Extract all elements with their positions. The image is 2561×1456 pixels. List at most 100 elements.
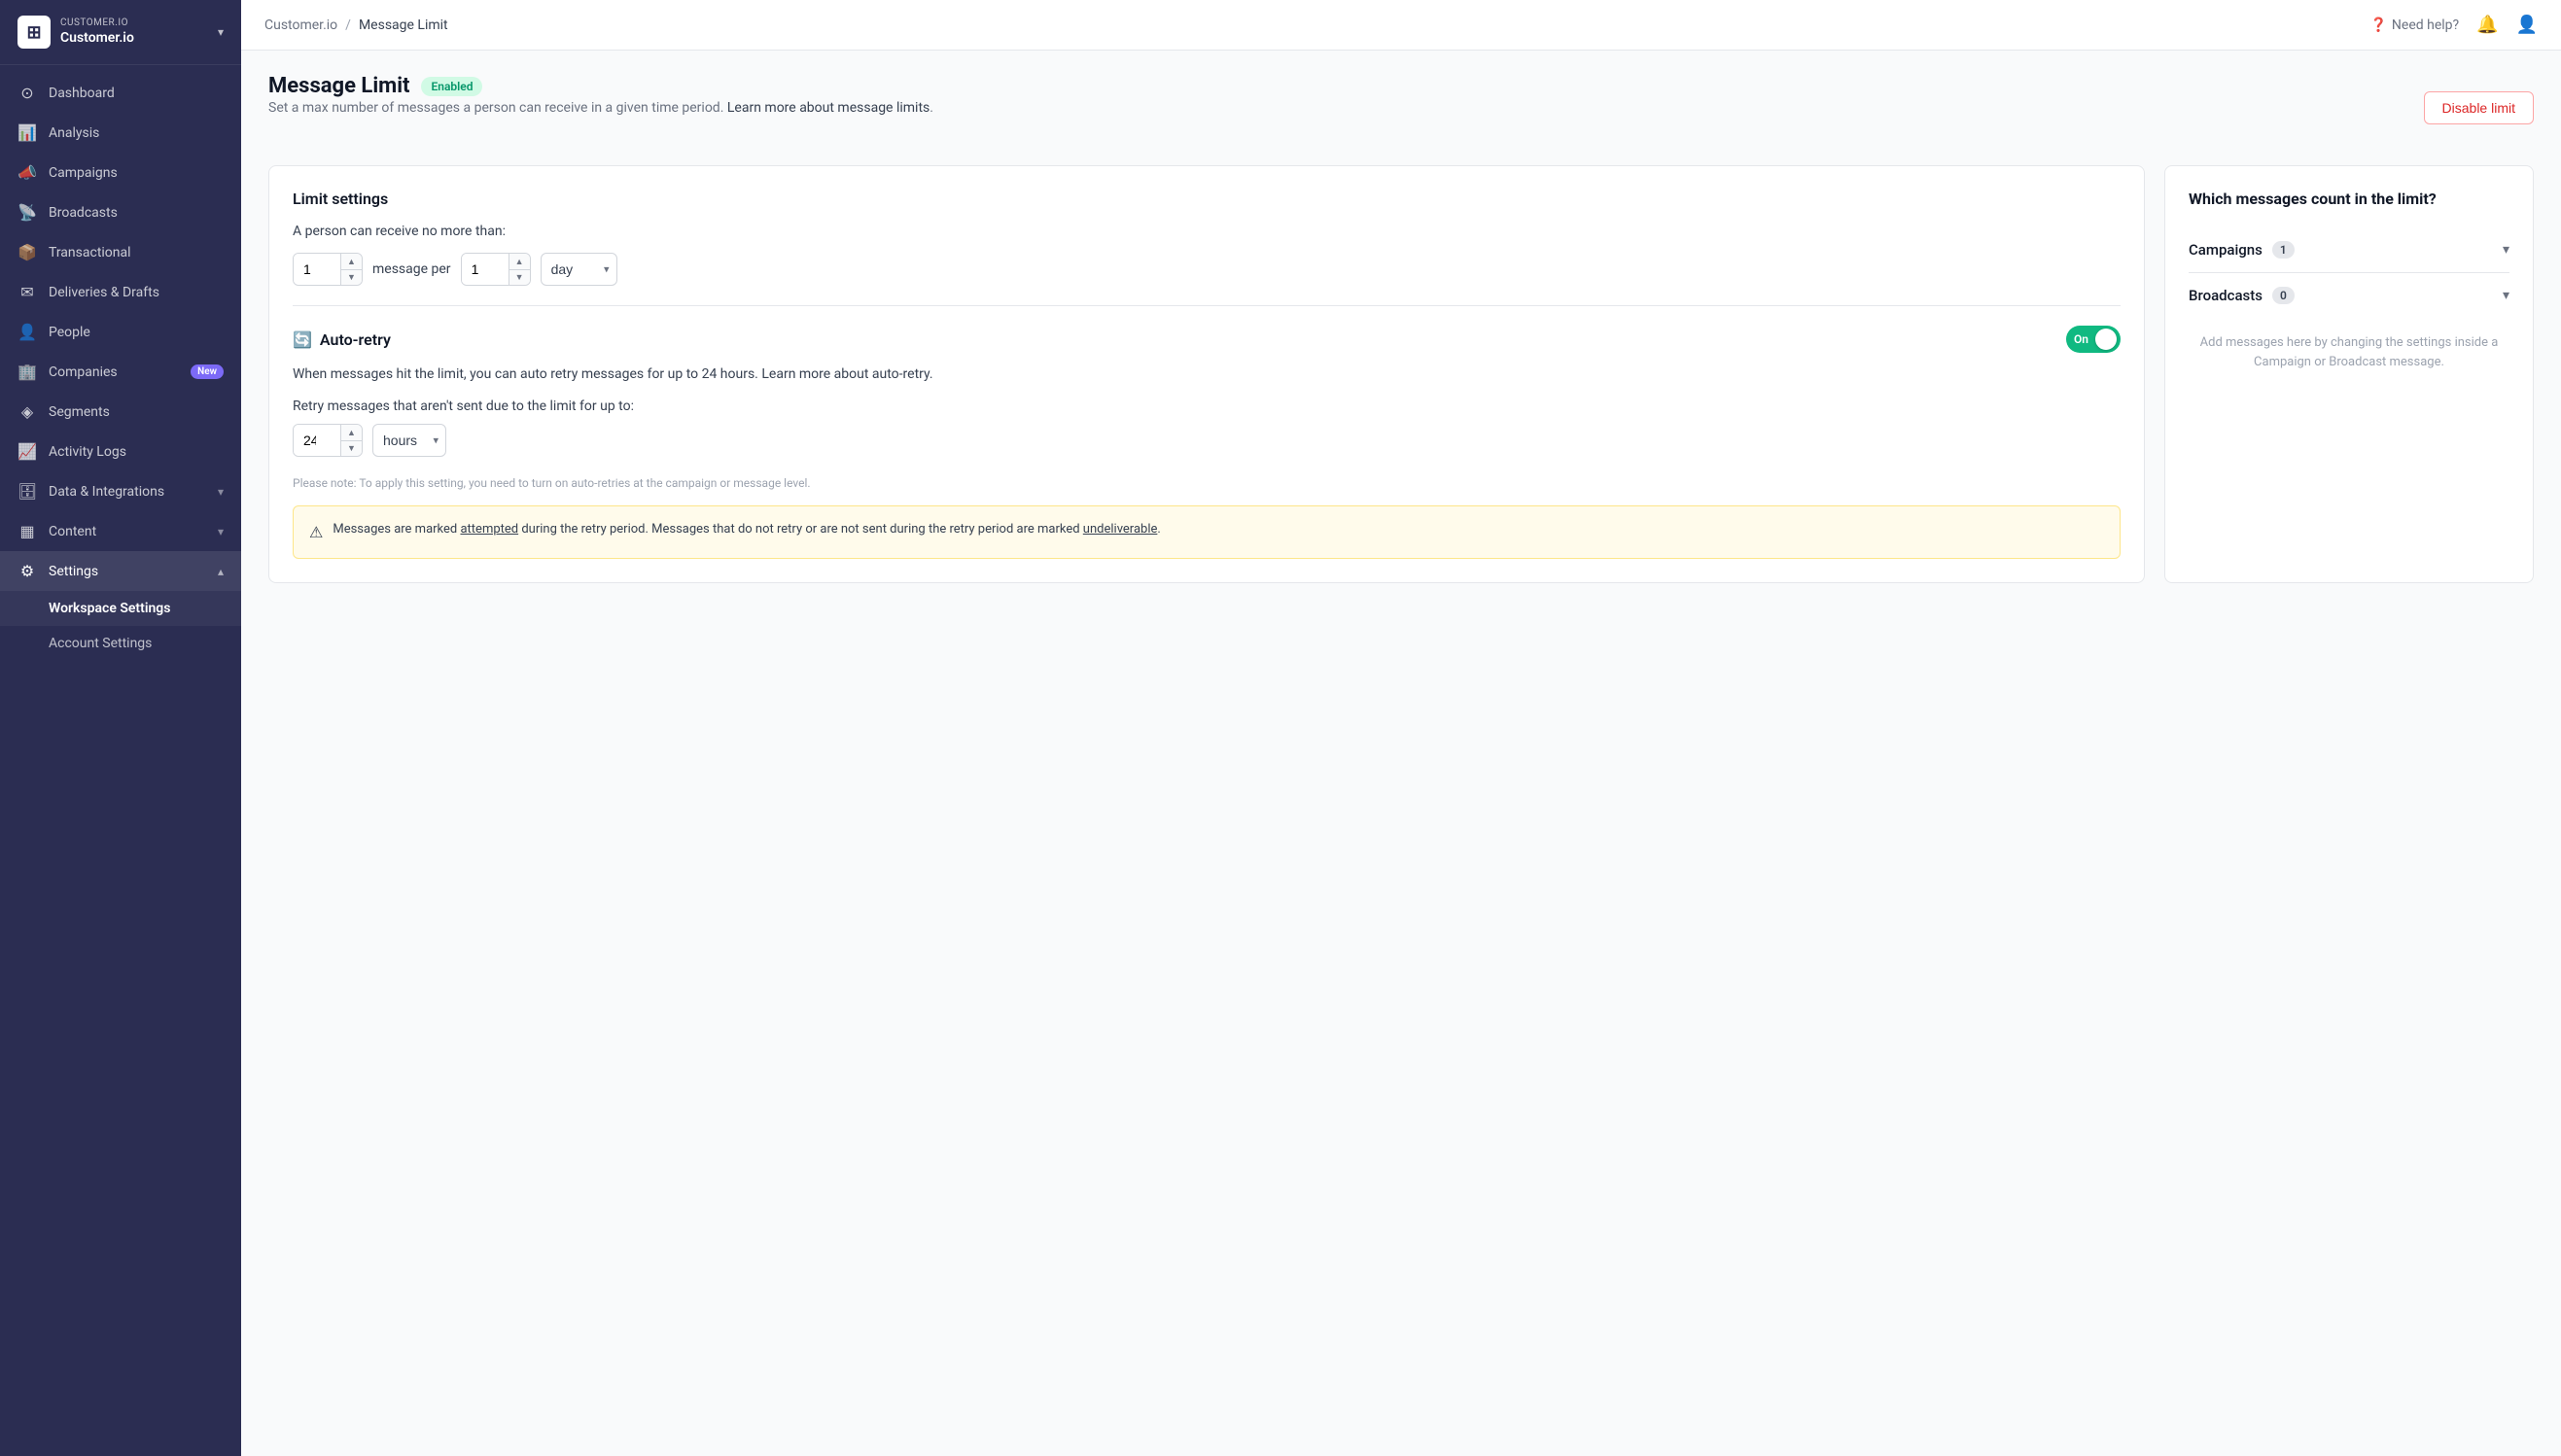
breadcrumb-current: Message Limit: [359, 17, 448, 33]
page-header: Message Limit Enabled Set a max number o…: [268, 74, 2534, 142]
limit-settings-title: Limit settings: [293, 190, 2121, 208]
retry-unit-select-wrap: hours days: [372, 424, 446, 457]
campaigns-count-row[interactable]: Campaigns 1 ▾: [2189, 227, 2509, 273]
retry-note: Please note: To apply this setting, you …: [293, 476, 2121, 490]
disable-limit-button[interactable]: Disable limit: [2424, 91, 2534, 124]
breadcrumb-separator: /: [345, 17, 351, 33]
campaigns-icon: 📣: [18, 163, 37, 182]
limit-row: ▲ ▼ message per ▲ ▼ day: [293, 253, 2121, 286]
topbar-actions: ❓ Need help? 🔔 👤: [2369, 15, 2538, 35]
sidebar-item-account-settings[interactable]: Account Settings: [0, 626, 241, 661]
messages-spinner-up[interactable]: ▲: [341, 254, 362, 270]
broadcasts-count-row[interactable]: Broadcasts 0 ▾: [2189, 273, 2509, 318]
page-content: Message Limit Enabled Set a max number o…: [241, 51, 2561, 1456]
activity-logs-icon: 📈: [18, 442, 37, 461]
campaigns-count-label: Campaigns 1: [2189, 241, 2295, 259]
sidebar-item-deliveries[interactable]: ✉ Deliveries & Drafts: [0, 272, 241, 312]
limit-settings-card: Limit settings A person can receive no m…: [268, 165, 2145, 583]
toggle-slider: On: [2066, 326, 2121, 353]
warning-text: Messages are marked attempted during the…: [333, 520, 1160, 539]
auto-retry-toggle[interactable]: On: [2066, 326, 2121, 353]
logo-icon: ⊞: [18, 16, 51, 49]
retry-row: ▲ ▼ hours days: [293, 424, 2121, 457]
retry-value-input-wrap: ▲ ▼: [293, 424, 363, 457]
warning-triangle-icon: ⚠: [309, 521, 323, 544]
settings-icon: ⚙: [18, 562, 37, 580]
retry-value-spinner-up[interactable]: ▲: [341, 425, 362, 441]
period-value-spinner-down[interactable]: ▼: [509, 270, 530, 286]
retry-unit-select[interactable]: hours days: [372, 424, 446, 457]
account-user-icon[interactable]: 👤: [2516, 15, 2538, 35]
sidebar-item-data-integrations[interactable]: 🗄 Data & Integrations ▾: [0, 471, 241, 511]
settings-chevron-icon: ▴: [218, 565, 224, 578]
content-icon: ▦: [18, 522, 37, 540]
dashboard-icon: ⊙: [18, 84, 37, 102]
sidebar-header: ⊞ CUSTOMER.IO Customer.io ▾: [0, 0, 241, 65]
workspace-chevron-icon[interactable]: ▾: [218, 25, 224, 39]
notification-bell-icon[interactable]: 🔔: [2476, 15, 2498, 35]
content-chevron-icon: ▾: [218, 525, 224, 538]
sidebar-item-transactional[interactable]: 📦 Transactional: [0, 232, 241, 272]
messages-input[interactable]: [294, 254, 340, 285]
help-button[interactable]: ❓ Need help?: [2369, 17, 2459, 33]
transactional-icon: 📦: [18, 243, 37, 261]
period-value-spinner-up[interactable]: ▲: [509, 254, 530, 270]
retry-label: Retry messages that aren't sent due to t…: [293, 399, 2121, 414]
period-unit-select[interactable]: day hour week month: [541, 253, 617, 286]
retry-value-spinner-down[interactable]: ▼: [341, 441, 362, 457]
broadcasts-count-badge: 0: [2272, 287, 2295, 304]
auto-retry-header: 🔄 Auto-retry On: [293, 326, 2121, 353]
analysis-icon: 📊: [18, 123, 37, 142]
sidebar-item-broadcasts[interactable]: 📡 Broadcasts: [0, 192, 241, 232]
sidebar-item-settings[interactable]: ⚙ Settings ▴: [0, 551, 241, 591]
campaigns-row-chevron-icon: ▾: [2503, 242, 2509, 258]
messages-spinner-down[interactable]: ▼: [341, 270, 362, 286]
sidebar-nav: ⊙ Dashboard 📊 Analysis 📣 Campaigns 📡 Bro…: [0, 65, 241, 1456]
auto-retry-title-row: 🔄 Auto-retry: [293, 330, 391, 349]
messages-spinners: ▲ ▼: [340, 254, 362, 285]
empty-hint: Add messages here by changing the settin…: [2189, 318, 2509, 387]
sidebar-item-workspace-settings[interactable]: Workspace Settings: [0, 591, 241, 626]
broadcasts-count-label: Broadcasts 0: [2189, 287, 2295, 304]
learn-more-auto-retry-link[interactable]: Learn more about auto-retry: [761, 366, 930, 382]
status-badge: Enabled: [421, 77, 482, 96]
which-messages-card: Which messages count in the limit? Campa…: [2164, 165, 2534, 583]
warning-box: ⚠ Messages are marked attempted during t…: [293, 505, 2121, 559]
help-circle-icon: ❓: [2369, 17, 2386, 33]
campaigns-count-badge: 1: [2272, 241, 2295, 259]
broadcasts-icon: 📡: [18, 203, 37, 222]
sidebar-item-companies[interactable]: 🏢 Companies New: [0, 352, 241, 392]
content-grid: Limit settings A person can receive no m…: [268, 165, 2534, 583]
messages-input-wrap: ▲ ▼: [293, 253, 363, 286]
breadcrumb: Customer.io / Message Limit: [264, 17, 448, 33]
breadcrumb-root[interactable]: Customer.io: [264, 17, 337, 33]
toggle-label: On: [2074, 332, 2088, 346]
sidebar-item-analysis[interactable]: 📊 Analysis: [0, 113, 241, 153]
period-value-input[interactable]: [462, 254, 509, 285]
data-integrations-chevron-icon: ▾: [218, 485, 224, 499]
sidebar-item-campaigns[interactable]: 📣 Campaigns: [0, 153, 241, 192]
sidebar-item-dashboard[interactable]: ⊙ Dashboard: [0, 73, 241, 113]
sidebar-item-content[interactable]: ▦ Content ▾: [0, 511, 241, 551]
data-integrations-icon: 🗄: [18, 482, 37, 501]
period-unit-select-wrap: day hour week month: [541, 253, 617, 286]
auto-retry-title: Auto-retry: [320, 330, 391, 349]
auto-retry-icon: 🔄: [293, 330, 312, 349]
people-icon: 👤: [18, 323, 37, 341]
app-logo[interactable]: ⊞ CUSTOMER.IO Customer.io: [18, 16, 134, 49]
auto-retry-description: When messages hit the limit, you can aut…: [293, 364, 2121, 385]
limit-settings-description: A person can receive no more than:: [293, 224, 2121, 239]
divider: [293, 305, 2121, 306]
retry-value-spinners: ▲ ▼: [340, 425, 362, 456]
page-title-row: Message Limit Enabled: [268, 74, 933, 98]
topbar: Customer.io / Message Limit ❓ Need help?…: [241, 0, 2561, 51]
sidebar-item-segments[interactable]: ◈ Segments: [0, 392, 241, 432]
period-value-input-wrap: ▲ ▼: [461, 253, 531, 286]
companies-icon: 🏢: [18, 363, 37, 381]
sidebar-item-activity-logs[interactable]: 📈 Activity Logs: [0, 432, 241, 471]
sidebar-item-people[interactable]: 👤 People: [0, 312, 241, 352]
page-subtitle: Set a max number of messages a person ca…: [268, 98, 933, 119]
learn-more-limits-link[interactable]: Learn more about message limits: [727, 100, 930, 116]
per-text: message per: [372, 261, 451, 277]
retry-value-input[interactable]: [294, 425, 340, 456]
